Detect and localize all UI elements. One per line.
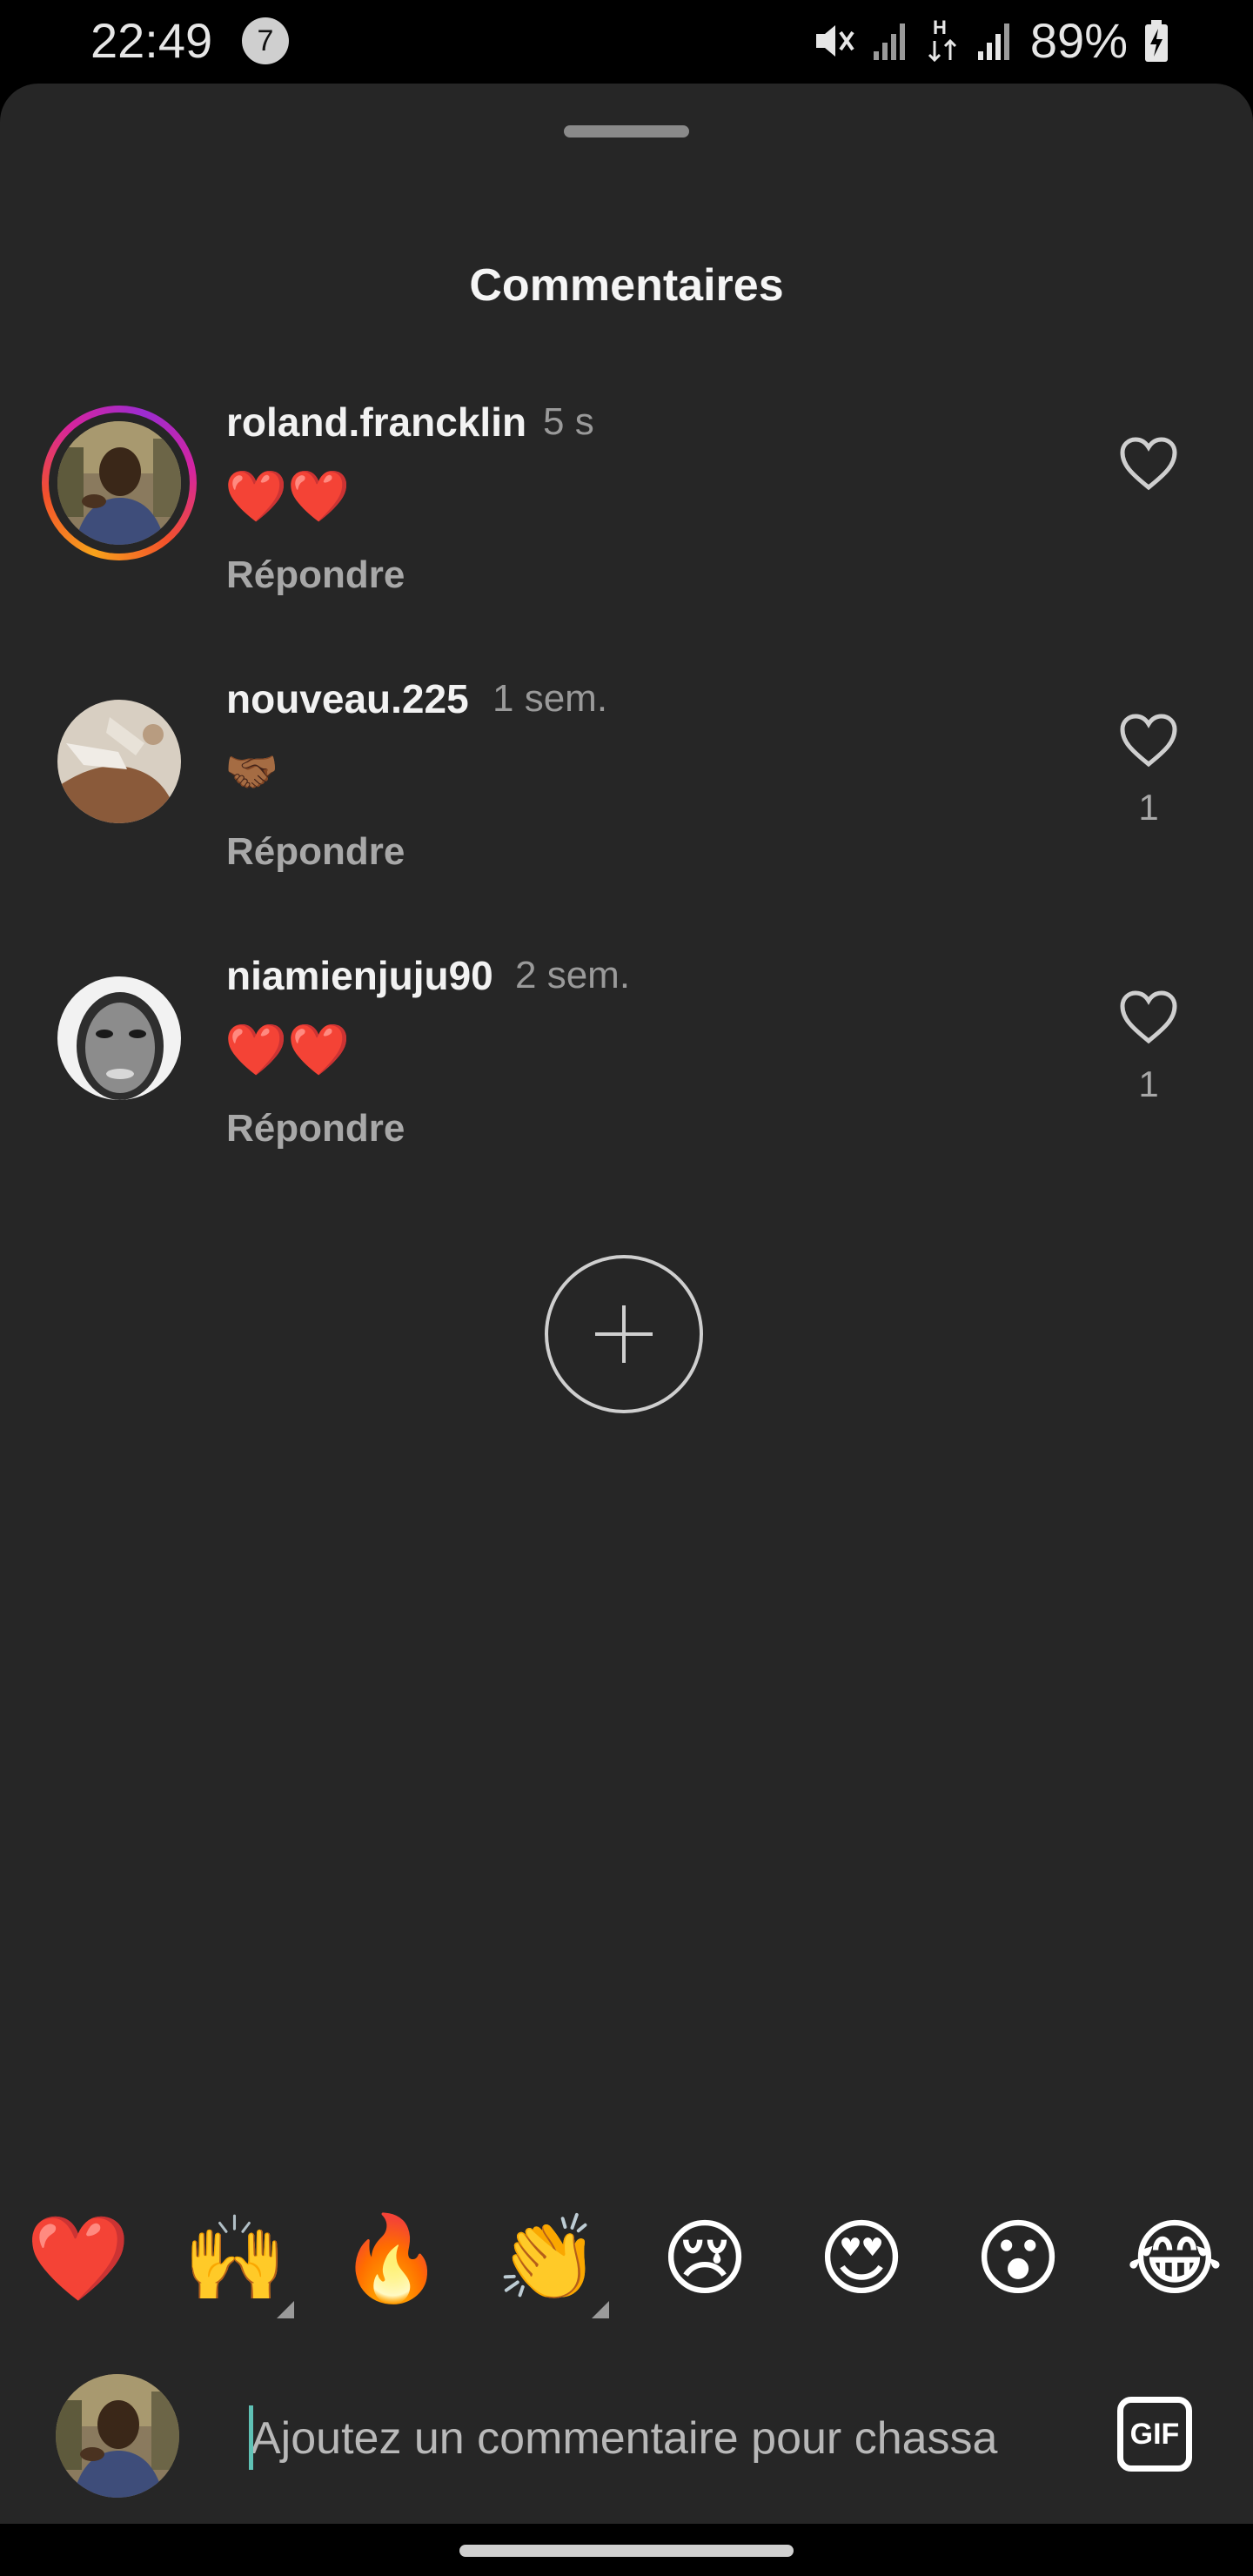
avatar[interactable] (57, 700, 181, 823)
network-h-icon: H (928, 17, 956, 62)
signal-icon (977, 23, 1009, 60)
status-bar: 22:49 7 H 89% (0, 0, 1253, 84)
reply-button[interactable]: Répondre (226, 830, 405, 874)
comment-time: 1 sem. (492, 677, 608, 720)
comment-username[interactable]: roland.francklin (226, 399, 526, 446)
comment-text: ❤️❤️ (224, 1022, 351, 1078)
comment-username[interactable]: nouveau.225 (226, 675, 469, 722)
emoji-laughing-button[interactable]: 😂 (1122, 2207, 1227, 2311)
battery-level: 89% (1029, 13, 1128, 68)
load-more-button[interactable] (545, 1255, 703, 1413)
text-caret (249, 2405, 253, 2470)
emoji-crying-button[interactable]: 😢 (653, 2207, 757, 2311)
plus-icon (595, 1305, 653, 1363)
like-count[interactable]: 1 (1122, 1063, 1175, 1105)
emoji-reaction-bar: ❤️ 🙌 🔥 👏 😢 😍 😮 😂 (0, 2207, 1253, 2318)
heart-icon[interactable] (1119, 714, 1178, 768)
signal-icon (873, 23, 905, 60)
reply-button[interactable]: Répondre (226, 553, 405, 597)
battery-charging-icon (1145, 19, 1168, 62)
avatar[interactable] (57, 421, 181, 545)
emoji-fire-button[interactable]: 🔥 (339, 2207, 444, 2311)
mute-icon (815, 24, 854, 57)
emoji-heart-button[interactable]: ❤️ (26, 2207, 131, 2311)
comment-input-row: GIF (0, 2350, 1253, 2524)
comment-input[interactable] (249, 2402, 1088, 2475)
emoji-surprised-button[interactable]: 😮 (966, 2207, 1070, 2311)
comment-username[interactable]: niamienjuju90 (226, 952, 493, 999)
home-indicator[interactable] (459, 2545, 794, 2557)
status-time: 22:49 (90, 13, 213, 68)
emoji-heart-eyes-button[interactable]: 😍 (809, 2207, 914, 2311)
comment-text: 🤝🏾 (224, 748, 279, 796)
emoji-raised-hands-button[interactable]: 🙌 (183, 2207, 287, 2311)
comment-text: ❤️❤️ (224, 468, 351, 525)
heart-icon[interactable] (1119, 437, 1178, 491)
skin-tone-indicator (277, 2301, 294, 2318)
emoji-clap-button[interactable]: 👏 (496, 2207, 600, 2311)
like-count[interactable]: 1 (1122, 787, 1175, 828)
sheet-title: Commentaires (469, 260, 784, 311)
skin-tone-indicator (592, 2301, 609, 2318)
heart-icon[interactable] (1119, 990, 1178, 1044)
notification-count-badge: 7 (242, 17, 289, 64)
avatar[interactable] (57, 976, 181, 1100)
comment-time: 5 s (543, 400, 594, 443)
drag-handle[interactable] (564, 125, 689, 138)
reply-button[interactable]: Répondre (226, 1107, 405, 1150)
status-icons: H 89% (811, 12, 1169, 69)
svg-text:H: H (933, 17, 947, 38)
comment-time: 2 sem. (515, 954, 631, 996)
gif-button[interactable]: GIF (1117, 2397, 1192, 2472)
current-user-avatar (56, 2374, 179, 2498)
